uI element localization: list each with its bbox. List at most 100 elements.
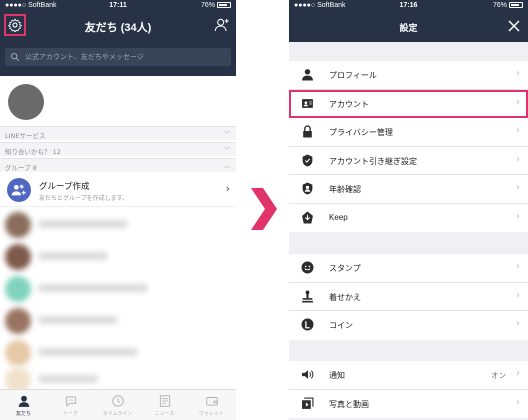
blurred-name [38, 348, 138, 356]
brush-icon [302, 290, 313, 302]
battery-percent: 76% [200, 2, 215, 9]
list-item[interactable] [0, 209, 236, 239]
search-input[interactable]: 公式アカウント、友だちやメッセージ [5, 48, 231, 66]
settings-item-profile[interactable]: プロフィール › [289, 61, 528, 90]
chat-icon [65, 396, 76, 407]
chevron-up-icon: ︿ [223, 163, 230, 170]
group-create-subtitle: 友だちとグループを作成します。 [39, 195, 129, 202]
tab-label: タイムライン [102, 411, 133, 417]
bottom-tab-bar: 友だち トーク タイムライン ニュース ウォレット [0, 389, 236, 420]
list-item[interactable] [0, 241, 236, 271]
tab-label: トーク [62, 411, 78, 417]
shield-icon [302, 154, 313, 166]
photo-icon [302, 397, 314, 409]
tab-news[interactable]: ニュース [141, 390, 188, 420]
news-icon [159, 395, 170, 407]
chevron-down-icon: ﹀ [223, 147, 230, 154]
chevron-right-icon: › [516, 261, 520, 272]
settings-item-account-transfer[interactable]: アカウント引き継ぎ設定 › [289, 147, 528, 175]
chevron-right-icon: › [516, 368, 520, 379]
notification-status-value: オン [491, 371, 506, 380]
tab-friends[interactable]: 友だち [0, 390, 47, 420]
list-item[interactable] [0, 337, 236, 367]
settings-item-label: 年齢確認 [329, 185, 361, 194]
chevron-right-icon: › [516, 125, 520, 136]
tab-label: 友だち [15, 411, 31, 417]
section-group[interactable]: グループ 8 ︿ [0, 158, 236, 172]
search-icon [10, 52, 20, 62]
avatar [5, 276, 31, 302]
search-placeholder: 公式アカウント、友だちやメッセージ [25, 53, 144, 61]
coin-icon [301, 318, 314, 331]
account-card-icon [302, 98, 313, 108]
chevron-right-icon: › [225, 182, 230, 195]
tab-talk[interactable]: トーク [47, 390, 94, 420]
settings-item-label: プライバシー管理 [329, 128, 393, 137]
tab-label: ウォレット [198, 411, 224, 417]
list-item[interactable] [0, 273, 236, 303]
status-bar: ●●●●○ SoftBank 17:16 76% [289, 0, 528, 12]
blurred-name [38, 284, 148, 292]
page-title: 設定 [399, 23, 418, 33]
section-label: 知り合いかも？ 12 [5, 148, 61, 156]
settings-item-coins[interactable]: コイン › [289, 311, 528, 340]
keep-icon [302, 211, 313, 223]
chevron-right-icon: › [516, 210, 520, 222]
person-icon [302, 69, 313, 81]
settings-item-label: アカウント [329, 99, 369, 109]
avatar [5, 340, 31, 366]
settings-item-notifications[interactable]: 通知 オン › [289, 361, 528, 390]
smile-icon [301, 261, 314, 274]
settings-header: ●●●●○ SoftBank 17:16 76% 設定 [289, 0, 528, 42]
blurred-name [38, 252, 108, 260]
add-friend-icon[interactable] [214, 17, 230, 33]
battery-status: 76% [201, 2, 231, 9]
section-line-services[interactable]: LINEサービス ﹀ [0, 126, 236, 140]
section-label: LINEサービス [5, 132, 46, 140]
battery-status: 76% [493, 2, 523, 9]
my-profile-row[interactable] [0, 76, 236, 126]
chevron-right-icon: › [516, 96, 520, 108]
close-icon[interactable] [508, 20, 520, 32]
group-create-item[interactable]: グループ作成 友だちとグループを作成します。 › [0, 173, 236, 207]
settings-item-label: プロフィール [329, 71, 377, 80]
section-label: グループ 8 [5, 164, 37, 172]
group-add-icon [7, 178, 31, 202]
arrow-right-icon [251, 188, 277, 230]
settings-group-general: 通知 オン › 写真と動画 › [289, 361, 528, 418]
settings-item-label: 着せかえ [329, 292, 361, 302]
settings-item-label: アカウント引き継ぎ設定 [329, 156, 417, 166]
battery-icon [217, 2, 231, 8]
friends-header: ●●●●○ SoftBank 17:11 76% 友だち (34人) 公式アカウ… [0, 0, 236, 76]
settings-item-keep[interactable]: Keep › [289, 204, 528, 233]
settings-item-account[interactable]: アカウント › [289, 89, 528, 118]
avatar [5, 244, 31, 270]
settings-item-label: コイン [329, 321, 353, 330]
section-maybe-know[interactable]: 知り合いかも？ 12 ﹀ [0, 142, 236, 156]
settings-screen: ●●●●○ SoftBank 17:16 76% 設定 プロフィール › アカウ… [289, 0, 528, 420]
carrier-label: ●●●●○ SoftBank [5, 2, 57, 9]
settings-item-photos-videos[interactable]: 写真と動画 › [289, 390, 528, 419]
blurred-name [38, 375, 98, 383]
wallet-icon [205, 397, 218, 406]
tab-timeline[interactable]: タイムライン [94, 390, 141, 420]
tab-label: ニュース [154, 411, 175, 417]
settings-item-themes[interactable]: 着せかえ › [289, 283, 528, 311]
page-title: 友だち (34人) [84, 22, 152, 34]
avatar [5, 212, 31, 238]
settings-item-age-verification[interactable]: 年齢確認 › [289, 175, 528, 204]
status-bar: ●●●●○ SoftBank 17:11 76% [0, 0, 236, 12]
settings-item-label: スタンプ [329, 264, 361, 273]
settings-item-stickers[interactable]: スタンプ › [289, 254, 528, 283]
chevron-right-icon: › [516, 289, 520, 301]
settings-item-label: Keep [329, 212, 348, 222]
battery-icon [509, 2, 523, 8]
tab-wallet[interactable]: ウォレット [188, 390, 235, 420]
settings-group-content: スタンプ › 着せかえ › コイン › [289, 254, 528, 340]
person-icon [18, 395, 29, 407]
list-item[interactable] [0, 305, 236, 335]
status-time: 17:11 [109, 2, 127, 9]
chevron-right-icon: › [516, 396, 520, 408]
battery-percent: 76% [492, 2, 507, 9]
settings-item-privacy[interactable]: プライバシー管理 › [289, 118, 528, 147]
